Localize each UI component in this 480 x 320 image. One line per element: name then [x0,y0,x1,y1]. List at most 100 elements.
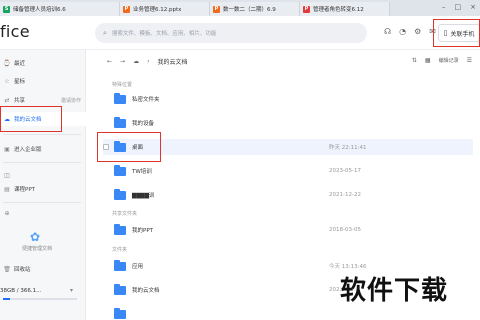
tab-label: 数一数二（二期）6.9 [223,7,276,13]
search-placeholder: 搜索文件、模板、文档、应用、相片、功能 [111,31,217,37]
presentation-icon: P [303,5,310,13]
cloud-icon: ☁ [133,58,140,65]
lock-folder-icon [114,92,126,104]
presentation-icon: P [213,5,220,13]
tab-2[interactable]: P 数一数二（二期）6.9 [210,2,300,16]
list-item[interactable]: TW培训 2023-05-17 [103,163,473,179]
row-checkbox[interactable] [103,227,109,233]
sidebar-item-label: 课程PPT [14,187,35,193]
forward-icon[interactable]: → [120,58,125,65]
sidebar-item-group[interactable]: ◫ [0,168,86,182]
leaf-icon: ✿ [30,230,41,244]
highlight-box-phone [433,19,480,47]
device-folder-icon [114,116,126,128]
row-checkbox[interactable] [103,263,109,269]
sidebar-item-shared[interactable]: ⇄ 共享 邀请协作 [0,93,86,107]
storage-expand-icon[interactable]: ▾ [70,287,73,294]
file-name: 我的云文档 [132,288,160,294]
presentation-icon: P [123,5,130,13]
file-time: 今天 13:13:46 [329,264,367,270]
skin-icon[interactable]: ◔ [399,27,406,36]
header-icons: ☊ ◔ ⚙ ✉ [384,27,436,36]
sidebar-item-enterprise[interactable]: ▣ 进入企业版 [0,142,86,156]
list-item[interactable]: 我的设备 [103,115,473,131]
back-icon[interactable]: ← [107,58,112,65]
divider [3,202,81,203]
tab-0[interactable]: S 储备管理人员培训6.6 [0,2,120,16]
divider [3,134,81,135]
trash-icon: 🗑 [3,265,11,273]
row-checkbox[interactable] [103,168,109,174]
group-label-special: 特殊位置 [112,82,133,88]
sidebar-item-recent[interactable]: ⌚ 最近 [0,56,86,70]
folder-icon [114,164,126,176]
row-checkbox[interactable] [103,311,109,317]
list-item[interactable]: ▇▇▇▇训 2021-12-22 [103,187,473,203]
search-icon: ⌕ [103,28,107,37]
breadcrumb: ← → ☁ › 我的云文档 [107,57,187,66]
file-time: 2023-05-17 [329,168,361,174]
sidebar-item-label: 最近 [14,61,26,67]
watermark-text: 软件下载 [340,276,449,306]
add-icon: ⊕ [4,209,10,217]
storage-usage-text: 38GB / 366.1... [0,288,42,294]
minimize-icon[interactable]: – [442,3,446,11]
share-icon: ⇄ [4,96,10,104]
highlight-box-sidebar [0,106,62,132]
file-name: TW培训 [132,169,152,175]
sort-icon[interactable]: ⇅ [412,57,417,64]
folder-icon [114,283,126,295]
sidebar-item-label: 回收站 [14,267,31,273]
row-checkbox[interactable] [103,96,109,102]
row-checkbox[interactable] [103,192,109,198]
sidebar-item-label: 星标 [14,79,26,85]
tab-1[interactable]: P 业务管理6.12.pptx [120,2,210,16]
sidebar-item-course-ppt[interactable]: ▤ 课程PPT [0,182,86,196]
app-brand: fice [0,22,30,41]
toolbar: ⇅ ▦ 编辑记录 ☰ [412,57,472,64]
folder-icon [114,188,126,200]
sheet-icon: S [3,5,10,13]
file-name: 私密文件夹 [132,97,160,103]
folder-icon [114,307,126,319]
support-icon[interactable]: ☊ [384,27,391,36]
tab-3[interactable]: P 管理者角色转变6.12 [300,2,390,16]
row-checkbox[interactable] [103,287,109,293]
tab-label: 业务管理6.12.pptx [133,7,182,13]
file-name: 应用 [132,264,144,270]
list-item[interactable]: 我的PPT 2018-03-05 [103,222,473,238]
edit-records-link[interactable]: 编辑记录 [439,57,459,64]
tab-label: 管理者角色转变6.12 [313,7,364,13]
sidebar-item-add[interactable]: ⊕ [0,206,86,220]
file-time: 昨天 22:11:41 [329,145,367,151]
storage-bar [3,298,77,300]
settings-icon[interactable]: ⚙ [414,27,421,36]
list-item[interactable]: 私密文件夹 [103,91,473,107]
storage-bar-fill [3,298,11,300]
list-item[interactable] [103,306,473,320]
star-icon: ☆ [4,77,10,85]
sidebar-item-starred[interactable]: ☆ 星标 [0,74,86,88]
breadcrumb-separator: › [147,58,150,65]
highlight-box-desktop [97,132,161,162]
folder-icon: ▤ [4,185,10,193]
sidebar: ⌚ 最近 ☆ 星标 ⇄ 共享 邀请协作 ☁ 我的云文档 ▣ 进入企业版 ◫ ▤ … [0,50,86,320]
manage-docs-label: 便捷管理文档 [22,246,53,252]
file-time: 2021-12-22 [329,192,361,198]
browser-tab-bar: S 储备管理人员培训6.6 P 业务管理6.12.pptx P 数一数二（二期）… [0,0,480,16]
app-header: fice ⌕ 搜索文件、模板、文档、应用、相片、功能 ☊ ◔ ⚙ ✉ ▯ 关联手… [0,16,480,50]
manage-docs-illustration: ✿ [30,226,48,244]
sidebar-item-label: 共享 [14,98,26,104]
grid-view-icon[interactable]: ▦ [425,57,431,64]
invite-collab-link[interactable]: 邀请协作 [61,97,81,104]
breadcrumb-item[interactable]: 我的云文档 [157,57,187,66]
close-icon[interactable]: × [470,3,476,11]
row-checkbox[interactable] [103,120,109,126]
shared-folder-icon [114,223,126,235]
sidebar-item-trash[interactable]: 🗑 回收站 [0,262,86,276]
search-input[interactable]: ⌕ 搜索文件、模板、文档、应用、相片、功能 [95,23,367,43]
more-icon[interactable]: ☰ [467,57,472,64]
maximize-icon[interactable]: □ [455,3,462,11]
tab-label: 储备管理人员培训6.6 [13,7,66,13]
enterprise-icon: ▣ [4,145,10,153]
